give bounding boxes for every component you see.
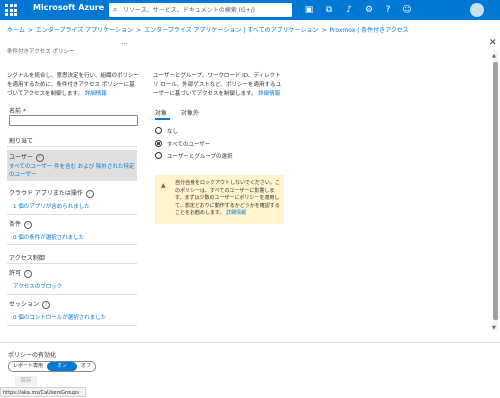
- assignments-heading: 割り当て: [9, 138, 34, 145]
- info-icon[interactable]: i: [85, 189, 94, 198]
- users-value[interactable]: すべてのユーザー 件を含む および 除外された特定のユーザー: [9, 163, 135, 179]
- cloud-apps-value[interactable]: 1 個のアプリが含められました: [13, 202, 90, 210]
- conditions-title: 条件 i: [9, 219, 33, 229]
- access-controls-heading: アクセス制御: [9, 255, 45, 262]
- scroll-down-icon[interactable]: ▼: [492, 325, 496, 331]
- portal-menu-icon[interactable]: [5, 4, 17, 16]
- users-title: ユーザー i: [9, 152, 44, 162]
- radio-all-users-label[interactable]: すべてのユーザー: [167, 140, 210, 148]
- enable-policy-label: ポリシーの有効化: [8, 352, 57, 359]
- lockout-warning: ▲ 自分自身をロックアウトしないでください。このポリシーは、すべてのユーザーに影…: [155, 175, 284, 224]
- search-icon: ⌕: [113, 5, 118, 14]
- enable-policy-toggle[interactable]: レポート専用 オン オフ: [8, 361, 97, 372]
- users-description: ユーザーとグループ、ワークロード ID、ディレクトリ ロール、外部ゲストなど、ポ…: [153, 73, 281, 97]
- gear-icon[interactable]: ⚙: [362, 3, 376, 17]
- learn-more-link[interactable]: 詳細情報: [85, 91, 107, 97]
- toggle-report-only[interactable]: レポート専用: [9, 362, 47, 371]
- warning-icon: ▲: [161, 182, 166, 189]
- breadcrumb: ホーム > エンタープライズ アプリケーション > エンタープライズ アプリケーション …: [7, 25, 409, 34]
- breadcrumb-all-apps[interactable]: エンタープライズ アプリケーション | すべてのアプリケーション: [144, 27, 318, 34]
- tab-include[interactable]: 対象: [155, 108, 167, 117]
- breadcrumb-separator: >: [136, 27, 142, 34]
- radio-select-users-label[interactable]: ユーザーとグループの選択: [167, 152, 233, 160]
- breadcrumb-separator: >: [27, 27, 33, 34]
- help-icon[interactable]: ?: [381, 3, 395, 17]
- breadcrumb-separator: >: [321, 27, 327, 34]
- status-bar-url: https://aka.ms/CaUsersGroups: [0, 387, 86, 397]
- info-icon[interactable]: i: [35, 153, 44, 162]
- divider: [7, 146, 137, 147]
- radio-none[interactable]: [155, 127, 162, 134]
- avatar[interactable]: [470, 3, 484, 17]
- radio-all-users[interactable]: [155, 140, 162, 147]
- scroll-up-icon[interactable]: ▲: [492, 53, 496, 59]
- more-options-icon[interactable]: ...: [121, 38, 128, 46]
- session-title: セッション i: [9, 299, 51, 309]
- cloud-apps-title: クラウド アプリまたは操作 i: [9, 188, 94, 198]
- info-icon[interactable]: i: [24, 220, 33, 229]
- warning-learn-more-link[interactable]: 詳細情報: [226, 210, 246, 216]
- users-assignment[interactable]: ユーザー i すべてのユーザー 件を含む および 除外された特定のユーザー: [7, 150, 137, 181]
- search-input[interactable]: [123, 3, 288, 17]
- directory-filter-icon[interactable]: ⧉: [322, 3, 336, 17]
- warning-text: 自分自身をロックアウトしないでください。このポリシーは、すべてのユーザーに影響し…: [175, 180, 280, 216]
- breadcrumb-home[interactable]: ホーム: [7, 27, 25, 34]
- tab-exclude[interactable]: 対象外: [181, 108, 199, 117]
- radio-none-label[interactable]: なし: [167, 127, 178, 135]
- bell-icon[interactable]: ♪: [342, 3, 356, 17]
- top-bar: Microsoft Azure ⌕ ▣ ⧉ ♪ ⚙ ? ☺: [0, 0, 500, 20]
- active-tab-indicator: [155, 118, 170, 120]
- feedback-icon[interactable]: ☺: [400, 3, 414, 17]
- close-icon[interactable]: ✕: [489, 38, 497, 48]
- toggle-on[interactable]: オン: [47, 362, 78, 371]
- scrollbar-thumb[interactable]: [493, 62, 498, 320]
- policy-description: シグナルを統合し、意思決定を行い、組織のポリシーを適用するために、条件付きアクセ…: [7, 73, 140, 97]
- divider: [7, 263, 137, 264]
- grant-title: 許可 i: [9, 268, 33, 278]
- terminal-icon[interactable]: ▣: [302, 3, 316, 17]
- divider: [7, 244, 137, 245]
- grant-value[interactable]: アクセスのブロック: [13, 282, 62, 290]
- radio-select-users[interactable]: [155, 152, 162, 159]
- page-subtitle: 条件付きアクセス ポリシー: [7, 49, 75, 55]
- session-value[interactable]: 0 個のコントロールが選択されました: [13, 313, 106, 321]
- learn-more-link[interactable]: 詳細情報: [258, 91, 280, 97]
- policy-name-field[interactable]: [9, 115, 138, 126]
- divider: [7, 294, 137, 295]
- conditions-value[interactable]: 0 個の条件が選択されました: [13, 233, 84, 241]
- name-label: 名前 *: [9, 108, 26, 115]
- toggle-off[interactable]: オフ: [77, 362, 95, 371]
- global-search[interactable]: ⌕: [109, 3, 292, 17]
- divider: [7, 214, 137, 215]
- breadcrumb-proxmox[interactable]: Proxmox | 条件付きアクセス: [329, 27, 408, 34]
- breadcrumb-enterprise-apps[interactable]: エンタープライズ アプリケーション: [36, 27, 133, 34]
- info-icon[interactable]: i: [24, 269, 33, 278]
- brand-title[interactable]: Microsoft Azure: [33, 3, 104, 12]
- required-marker: *: [22, 108, 26, 115]
- save-button[interactable]: 保存: [15, 376, 37, 386]
- divider: [7, 325, 137, 326]
- info-icon[interactable]: i: [42, 300, 51, 309]
